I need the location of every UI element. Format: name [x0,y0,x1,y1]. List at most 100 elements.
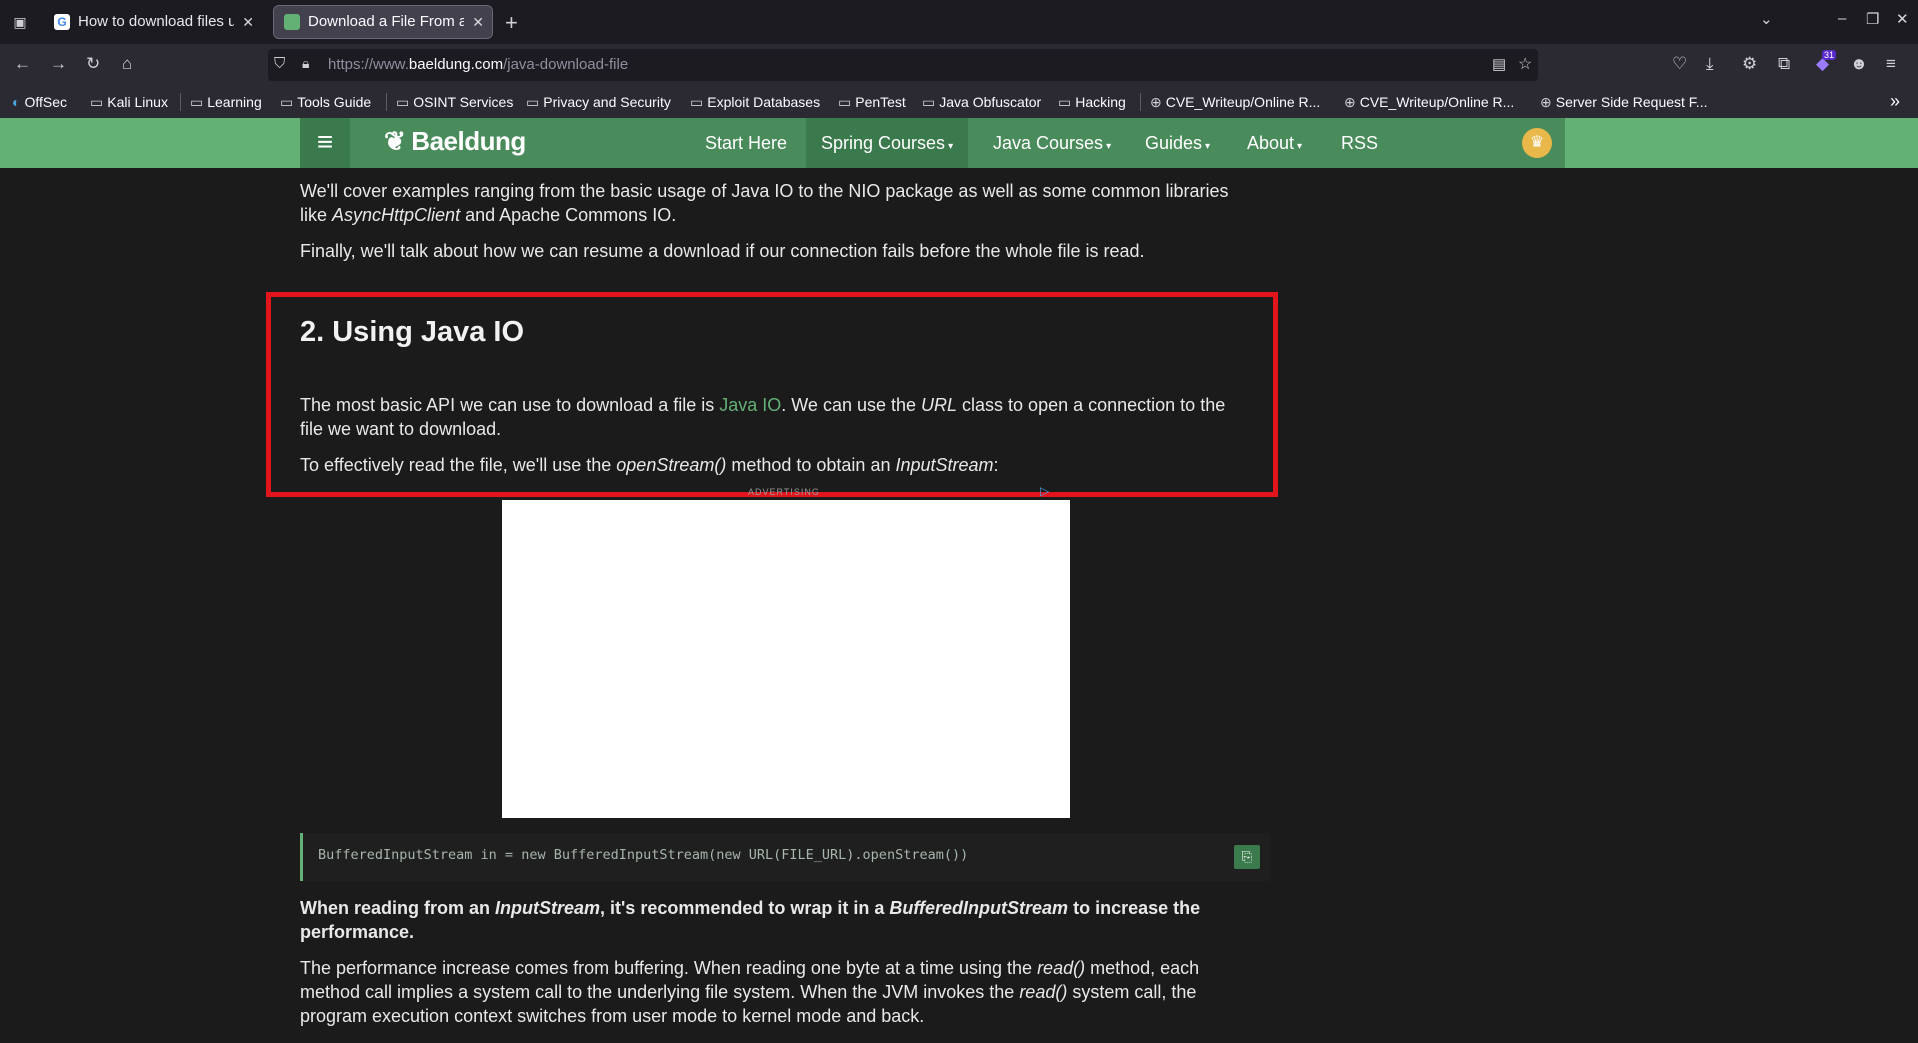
folder-icon: ▭ [922,94,936,110]
close-window-icon[interactable]: ✕ [1896,10,1909,28]
site-header: ≡ ❦ Baeldung Start Here Spring Courses ▾ J… [0,118,1918,168]
back-icon[interactable]: ← [14,54,31,74]
bookmark-label: OffSec [24,94,68,110]
menu-label: Guides [1145,133,1203,153]
bookmark-label: Java Obfuscator [939,94,1042,110]
b-line-2: performance. [300,922,415,942]
b-pre: When reading from an [300,898,496,918]
url-text[interactable]: https://www.baeldung.com/java-download-f… [328,56,628,73]
b-post: to increase the [1068,898,1201,918]
crown-icon[interactable]: ♛ [1522,128,1552,158]
adchoices-icon[interactable]: ▷ [1040,484,1049,498]
globe-icon: ⊕ [1150,94,1162,110]
reader-view-icon[interactable]: ▤ [1492,55,1506,73]
caret-down-icon: ▾ [1106,141,1112,152]
bookmark-label: PenTest [855,94,906,110]
home-icon[interactable]: ⌂ [122,54,132,74]
red-highlight-box [266,292,1278,497]
tab-download-file[interactable]: Download a File From an ✕ [273,5,493,39]
lock-icon[interactable]: 🔒︎ [302,55,309,72]
profile-icon[interactable]: ☻ [1850,54,1868,74]
bookmark-separator [180,93,181,111]
bookmark-star-icon[interactable]: ☆ [1518,54,1532,74]
menu-start-here[interactable]: Start Here [690,118,802,168]
p3-1-pre: The performance increase comes from buff… [300,958,1038,978]
pocket-icon[interactable]: ♡ [1672,54,1687,74]
bookmark-hacking[interactable]: ▭ Hacking [1058,94,1126,111]
site-nav: ≡ ❦ Baeldung Start Here Spring Courses ▾ J… [300,118,1565,168]
copy-code-icon[interactable]: ⎘ [1234,845,1260,869]
folder-icon: ▭ [838,94,852,110]
menu-label: Start Here [705,133,788,153]
url-domain: baeldung.com [408,56,504,73]
bookmark-label: Server Side Request F... [1555,94,1708,110]
forward-icon[interactable]: → [50,54,67,74]
caret-down-icon: ▾ [1205,141,1211,152]
folder-icon: ▭ [190,94,204,110]
intro-line-1: We'll cover examples ranging from the ba… [300,181,1229,201]
google-favicon-icon: G [54,14,70,30]
bookmark-ssrf[interactable]: ⊕ Server Side Request F... [1540,94,1707,111]
tab-title: How to download files us [78,13,234,30]
restore-icon[interactable]: ❐ [1866,10,1879,28]
menu-icon[interactable]: ≡ [1886,54,1896,74]
menu-label: Spring Courses [821,133,946,153]
tab-list-icon[interactable]: ▣ [10,12,30,32]
url-path: /java-download-file [503,56,629,73]
site-logo[interactable]: ❦ Baeldung [384,126,526,157]
bookmarks-toolbar: ◐ OffSec ▭ Kali Linux ▭ Learning ▭ Tools Gui… [0,86,1918,118]
bookmark-osint-services[interactable]: ▭ OSINT Services [396,94,513,111]
bookmark-label: CVE_Writeup/Online R... [1359,94,1515,110]
reload-icon[interactable]: ↻ [86,54,100,74]
bold-recommendation: When reading from an InputStream, it's r… [300,896,1270,944]
menu-rss[interactable]: RSS [1326,118,1393,168]
tab-title: Download a File From an [308,13,464,30]
bookmark-offsec[interactable]: ◐ OffSec [12,94,67,110]
list-all-tabs-icon[interactable]: ⌄ [1760,10,1773,28]
menu-about[interactable]: About ▾ [1232,118,1317,168]
close-tab-icon[interactable]: ✕ [472,6,484,38]
bookmark-learning[interactable]: ▭ Learning [190,94,262,111]
folder-icon: ▭ [690,94,704,110]
intro-line-2-post: and Apache Commons IO. [460,205,677,225]
more-bookmarks-icon[interactable]: » [1890,91,1900,112]
bookmark-label: Hacking [1075,94,1126,110]
menu-guides[interactable]: Guides ▾ [1130,118,1225,168]
tab-how-to-download[interactable]: G How to download files us ✕ [44,6,262,38]
menu-java-courses[interactable]: Java Courses ▾ [978,118,1126,168]
hamburger-menu-icon[interactable]: ≡ [300,118,350,168]
bookmark-privacy-security[interactable]: ▭ Privacy and Security [526,94,671,111]
bookmark-tools-guide[interactable]: ▭ Tools Guide [280,94,371,111]
intro-line-2-pre: like [300,205,333,225]
shield-icon[interactable]: ⛉ [274,55,285,72]
bookmark-cve-writeup-1[interactable]: ⊕ CVE_Writeup/Online R... [1150,94,1320,111]
address-bar[interactable]: ⛉ 🔒︎ https://www.baeldung.com/java-downl… [268,49,1538,81]
bookmark-exploit-databases[interactable]: ▭ Exploit Databases [690,94,820,111]
globe-icon: ⊕ [1540,94,1552,110]
code-line: BufferedInputStream in = new BufferedInp… [318,847,969,863]
bufferedinputstream-term: BufferedInputStream [889,898,1069,918]
caret-down-icon: ▾ [1297,141,1303,152]
close-tab-icon[interactable]: ✕ [242,6,254,38]
extensions-puzzle-icon[interactable]: ⧉ [1778,54,1790,74]
bookmark-label: Privacy and Security [543,94,671,110]
bookmark-label: Exploit Databases [707,94,821,110]
advertisement-frame[interactable] [502,500,1070,818]
tab-bar: ▣ G How to download files us ✕ Download … [0,0,1918,44]
globe-icon: ⊕ [1344,94,1356,110]
bookmark-label: CVE_Writeup/Online R... [1165,94,1321,110]
bookmark-java-obfuscator[interactable]: ▭ Java Obfuscator [922,94,1041,111]
bookmark-kali-linux[interactable]: ▭ Kali Linux [90,94,168,111]
bookmark-cve-writeup-2[interactable]: ⊕ CVE_Writeup/Online R... [1344,94,1514,111]
folder-icon: ▭ [396,94,410,110]
menu-spring-courses[interactable]: Spring Courses ▾ [806,118,969,168]
p3-2-pre: method call implies a system call to the… [300,982,1020,1002]
minimize-icon[interactable]: – [1838,10,1846,27]
inputstream-term: InputStream [495,898,601,918]
read-term: read() [1037,958,1086,978]
url-prefix: https://www. [328,56,409,73]
bookmark-pentest[interactable]: ▭ PenTest [838,94,906,111]
extension-icon[interactable]: ⚙ [1742,54,1757,74]
new-tab-icon[interactable]: + [505,10,518,36]
downloads-icon[interactable]: ⤓ [1706,54,1714,74]
